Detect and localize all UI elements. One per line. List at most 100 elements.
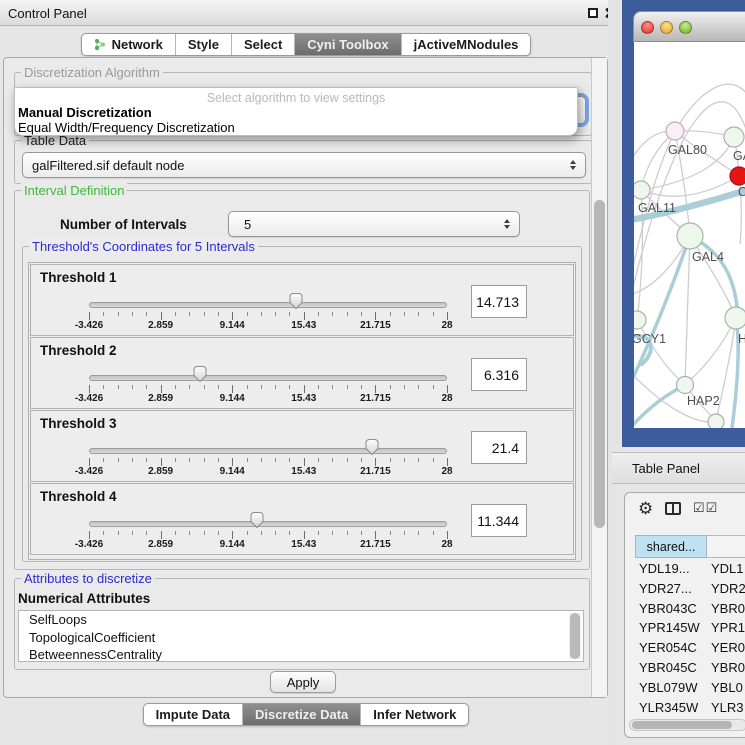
node-ga[interactable] bbox=[724, 127, 744, 147]
slider-scale-label: -3.426 bbox=[75, 466, 103, 477]
float-window-icon[interactable] bbox=[588, 8, 598, 18]
control-panel-titlebar: Control Panel bbox=[0, 0, 612, 26]
node-red[interactable] bbox=[730, 167, 745, 185]
checkbox-icons[interactable]: ☑☑ bbox=[693, 500, 718, 516]
list-item[interactable]: SelfLoops bbox=[19, 611, 583, 629]
close-traffic-light[interactable] bbox=[641, 21, 654, 34]
threshold-slider[interactable]: -3.4262.8599.14415.4321.71528 bbox=[89, 265, 447, 337]
list-item[interactable]: TopologicalCoefficient bbox=[19, 629, 583, 647]
gear-icon[interactable]: ⚙ bbox=[638, 499, 653, 519]
tab-jactivemnodules[interactable]: jActiveMNodules bbox=[401, 34, 531, 55]
slider-scale-label: 9.144 bbox=[220, 320, 245, 331]
table-row[interactable]: YBL079WYBL0 bbox=[625, 678, 745, 698]
slider-tick bbox=[347, 385, 348, 389]
tab-infer-network[interactable]: Infer Network bbox=[360, 704, 468, 725]
table-row[interactable]: YDL19...YDL1 bbox=[625, 559, 745, 579]
slider-track[interactable] bbox=[89, 521, 447, 527]
column-header-shared[interactable]: shared... bbox=[635, 535, 707, 558]
threshold-value-field[interactable]: 14.713 bbox=[471, 285, 527, 318]
slider-track[interactable] bbox=[89, 302, 447, 308]
tab-network[interactable]: Network bbox=[82, 34, 175, 55]
node-gal80[interactable] bbox=[666, 122, 684, 140]
split-columns-icon[interactable] bbox=[665, 502, 681, 515]
threshold-row: Threshold 4 -3.4262.8599.14415.4321.7152… bbox=[30, 483, 574, 555]
node-partial[interactable] bbox=[708, 414, 724, 428]
slider-scale-label: 21.715 bbox=[360, 320, 391, 331]
slider-tick bbox=[318, 531, 319, 535]
slider-tick bbox=[132, 385, 133, 389]
dropdown-item-equal-width[interactable]: Equal Width/Frequency Discretization bbox=[18, 120, 235, 135]
node-hap2[interactable] bbox=[677, 377, 694, 394]
table-row[interactable]: YBR043CYBR0 bbox=[625, 599, 745, 619]
threshold-slider[interactable]: -3.4262.8599.14415.4321.71528 bbox=[89, 484, 447, 556]
tab-select[interactable]: Select bbox=[231, 34, 294, 55]
slider-tick bbox=[404, 312, 405, 316]
node-gal11[interactable] bbox=[634, 181, 650, 199]
minimize-traffic-light[interactable] bbox=[660, 21, 673, 34]
slider-thumb[interactable] bbox=[250, 511, 265, 534]
slider-tick bbox=[103, 458, 104, 462]
slider-tick bbox=[347, 312, 348, 316]
table-row[interactable]: YER054CYER0 bbox=[625, 638, 745, 658]
slider-scale-label: 2.859 bbox=[148, 393, 173, 404]
cell-shared-name: YDR27... bbox=[639, 581, 707, 596]
slider-tick bbox=[433, 312, 434, 316]
network-window-titlebar[interactable] bbox=[633, 11, 745, 42]
slider-tick bbox=[261, 385, 262, 389]
table-panel-titlebar: Table Panel bbox=[612, 452, 745, 484]
table-row[interactable]: YBR045CYBR0 bbox=[625, 658, 745, 678]
tab-impute-data[interactable]: Impute Data bbox=[144, 704, 242, 725]
node-gcy1[interactable] bbox=[634, 311, 646, 329]
apply-button[interactable]: Apply bbox=[270, 671, 336, 693]
slider-tick bbox=[247, 531, 248, 535]
bottom-tab-bar: Impute DataDiscretize Data Infer Network bbox=[0, 703, 612, 726]
slider-tick bbox=[375, 531, 376, 539]
slider-tick bbox=[232, 385, 233, 393]
scrollbar-thumb[interactable] bbox=[632, 721, 732, 729]
threshold-value-field[interactable]: 11.344 bbox=[471, 504, 527, 537]
threshold-value-field[interactable]: 21.4 bbox=[471, 431, 527, 464]
threshold-row: Threshold 2 -3.4262.8599.14415.4321.7152… bbox=[30, 337, 574, 409]
tab-discretize-data[interactable]: Discretize Data bbox=[242, 704, 360, 725]
table-row[interactable]: YLR345WYLR3 bbox=[625, 698, 745, 717]
list-scrollbar[interactable] bbox=[569, 613, 581, 659]
slider-tick bbox=[89, 385, 90, 393]
horizontal-scrollbar[interactable] bbox=[629, 719, 745, 731]
threshold-value-field[interactable]: 6.316 bbox=[471, 358, 527, 391]
slider-tick bbox=[418, 385, 419, 389]
slider-track[interactable] bbox=[89, 375, 447, 381]
slider-tick bbox=[189, 385, 190, 389]
slider-thumb[interactable] bbox=[364, 438, 379, 461]
slider-tick bbox=[204, 531, 205, 535]
slider-track[interactable] bbox=[89, 448, 447, 454]
dropdown-item-manual-discretization[interactable]: Manual Discretization bbox=[18, 105, 152, 120]
tab-label: Infer Network bbox=[373, 704, 456, 725]
threshold-slider[interactable]: -3.4262.8599.14415.4321.71528 bbox=[89, 338, 447, 410]
tab-label: Select bbox=[244, 34, 282, 55]
tab-cyni-toolbox[interactable]: Cyni Toolbox bbox=[294, 34, 400, 55]
node-gal4[interactable] bbox=[677, 223, 703, 249]
slider-tick bbox=[232, 531, 233, 539]
top-tab-bar: NetworkStyle Select Cyni ToolboxjActiveMNo… bbox=[0, 33, 612, 56]
number-of-intervals-combobox[interactable]: 5 bbox=[228, 211, 520, 237]
slider-thumb[interactable] bbox=[192, 365, 207, 388]
threshold-row: Threshold 3 -3.4262.8599.14415.4321.7152… bbox=[30, 410, 574, 482]
scrollbar-thumb[interactable] bbox=[594, 200, 605, 528]
column-header-name[interactable]: na bbox=[707, 535, 745, 558]
tab-style[interactable]: Style bbox=[175, 34, 231, 55]
slider-tick bbox=[447, 531, 448, 539]
table-row[interactable]: YPR145WYPR1 bbox=[625, 618, 745, 638]
slider-tick bbox=[132, 458, 133, 462]
slider-tick bbox=[304, 312, 305, 320]
table-data-combobox[interactable]: galFiltered.sif default node bbox=[22, 152, 586, 178]
node-h[interactable] bbox=[725, 307, 745, 329]
network-canvas[interactable]: GAL80 GA C GAL11 GAL4 GCY1 H HAP2 bbox=[634, 42, 745, 428]
threshold-slider[interactable]: -3.4262.8599.14415.4321.71528 bbox=[89, 411, 447, 483]
zoom-traffic-light[interactable] bbox=[679, 21, 692, 34]
panel-scrollbar[interactable] bbox=[591, 58, 607, 697]
slider-tick bbox=[89, 458, 90, 466]
table-row[interactable]: YDR27...YDR2 bbox=[625, 579, 745, 599]
list-item[interactable]: BetweennessCentrality bbox=[19, 646, 583, 662]
cell-name: YBR0 bbox=[711, 660, 745, 675]
slider-tick bbox=[232, 458, 233, 466]
